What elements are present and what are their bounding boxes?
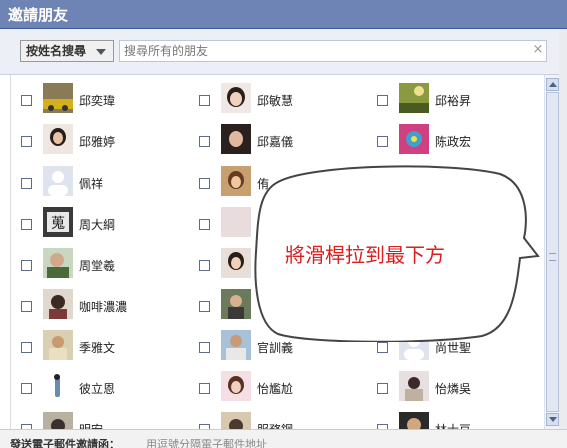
friend-item[interactable]: 明宏 xyxy=(21,412,181,429)
friend-name: 邱雅婷 xyxy=(79,135,116,149)
friend-name: 陈政宏 xyxy=(435,135,472,149)
avatar xyxy=(221,166,251,196)
clear-icon[interactable]: × xyxy=(532,43,544,57)
dialog-title-bar: 邀請朋友 xyxy=(0,0,567,29)
email-invite-label: 發送電子郵件邀請函： xyxy=(10,438,120,448)
friend-checkbox[interactable] xyxy=(21,301,32,312)
friend-name: 服務鋼 xyxy=(257,421,293,429)
friend-name: 周大綱 xyxy=(79,218,116,232)
friend-checkbox[interactable] xyxy=(199,383,210,394)
friend-checkbox[interactable] xyxy=(199,219,210,230)
friend-checkbox[interactable] xyxy=(21,95,32,106)
avatar xyxy=(43,371,73,401)
friend-item[interactable]: 怡尷尬 xyxy=(199,371,359,405)
avatar xyxy=(399,412,429,429)
friend-checkbox[interactable] xyxy=(199,260,210,271)
filter-dropdown[interactable]: 按姓名搜尋 xyxy=(20,40,114,62)
filter-dropdown-label: 按姓名搜尋 xyxy=(26,44,87,58)
avatar xyxy=(43,248,73,278)
friend-item[interactable]: 佩祥 xyxy=(21,166,181,200)
friend-checkbox[interactable] xyxy=(199,136,210,147)
avatar xyxy=(43,412,73,429)
friend-name: 邱嘉儀 xyxy=(257,135,294,149)
avatar xyxy=(43,124,73,154)
friend-name: 邱奕瑋 xyxy=(79,94,116,108)
dialog-title: 邀請朋友 xyxy=(8,6,69,24)
friend-checkbox[interactable] xyxy=(377,383,388,394)
friend-item[interactable]: 邱敏慧 xyxy=(199,83,359,117)
friend-name: 周堂羲 xyxy=(79,259,116,273)
friend-item[interactable]: 季雅文 xyxy=(21,330,181,364)
callout-text: 將滑桿拉到最下方 xyxy=(285,243,445,267)
avatar xyxy=(43,166,73,196)
friend-checkbox[interactable] xyxy=(199,342,210,353)
friend-item[interactable]: 彼立恩 xyxy=(21,371,181,405)
grip-icon xyxy=(549,253,556,261)
friend-name: 彼立恩 xyxy=(79,382,116,396)
friend-checkbox[interactable] xyxy=(377,95,388,106)
friend-checkbox[interactable] xyxy=(21,383,32,394)
email-invite-footer: 發送電子郵件邀請函： 用逗號分隔電子郵件地址 xyxy=(0,429,567,448)
friend-checkbox[interactable] xyxy=(21,342,32,353)
background-page-edge xyxy=(559,29,567,448)
avatar xyxy=(221,83,251,113)
avatar: 蒐 xyxy=(43,207,73,237)
chevron-down-icon xyxy=(96,49,106,55)
avatar xyxy=(399,124,429,154)
friend-name: 林士豆 xyxy=(435,421,471,429)
friend-name: 邱敏慧 xyxy=(257,94,294,108)
friend-name: 怡尷尬 xyxy=(257,382,294,396)
friend-checkbox[interactable] xyxy=(377,136,388,147)
avatar xyxy=(221,289,251,319)
friend-name: 季雅文 xyxy=(79,341,116,355)
avatar xyxy=(399,83,429,113)
vertical-scrollbar[interactable] xyxy=(544,75,559,429)
avatar xyxy=(221,248,251,278)
friend-checkbox[interactable] xyxy=(21,178,32,189)
friend-checkbox[interactable] xyxy=(21,260,32,271)
avatar xyxy=(221,330,251,360)
friend-checkbox[interactable] xyxy=(199,301,210,312)
friend-checkbox[interactable] xyxy=(199,95,210,106)
friend-checkbox[interactable] xyxy=(21,219,32,230)
avatar xyxy=(221,371,251,401)
friend-name: 明宏 xyxy=(79,421,103,429)
search-bar: 按姓名搜尋 × xyxy=(0,29,567,75)
avatar xyxy=(221,207,251,237)
friend-checkbox[interactable] xyxy=(377,342,388,353)
avatar xyxy=(43,330,73,360)
friend-name: 邱裕昇 xyxy=(435,94,472,108)
friend-item[interactable]: 邱裕昇 xyxy=(377,83,537,117)
avatar xyxy=(221,124,251,154)
friend-item[interactable]: 陈政宏 xyxy=(377,124,537,158)
friend-item[interactable]: 邱奕瑋 xyxy=(21,83,181,117)
friend-item[interactable]: 蒐 周大綱 xyxy=(21,207,181,241)
friend-item[interactable]: 服務鋼 xyxy=(199,412,359,429)
friend-item[interactable]: 邱嘉儀 xyxy=(199,124,359,158)
svg-text:蒐: 蒐 xyxy=(51,216,65,232)
friend-item[interactable]: 怡燐吳 xyxy=(377,371,537,405)
friend-name: 佩祥 xyxy=(79,177,104,191)
friend-item[interactable]: 林士豆 xyxy=(377,412,537,429)
avatar xyxy=(221,412,251,429)
scroll-up-icon[interactable] xyxy=(546,78,559,91)
friend-item[interactable]: 周堂羲 xyxy=(21,248,181,282)
friend-item[interactable]: 咖啡濃濃 xyxy=(21,289,181,323)
friend-checkbox[interactable] xyxy=(21,136,32,147)
email-invite-input[interactable]: 用逗號分隔電子郵件地址 xyxy=(146,436,267,448)
search-input[interactable] xyxy=(119,40,547,62)
scroll-down-icon[interactable] xyxy=(546,413,559,426)
friend-name: 咖啡濃濃 xyxy=(79,300,128,314)
avatar xyxy=(399,371,429,401)
avatar xyxy=(43,289,73,319)
friend-checkbox[interactable] xyxy=(199,178,210,189)
scrollbar-thumb[interactable] xyxy=(546,92,559,412)
friend-item[interactable]: 邱雅婷 xyxy=(21,124,181,158)
friend-name: 怡燐吳 xyxy=(435,382,472,396)
avatar xyxy=(43,83,73,113)
